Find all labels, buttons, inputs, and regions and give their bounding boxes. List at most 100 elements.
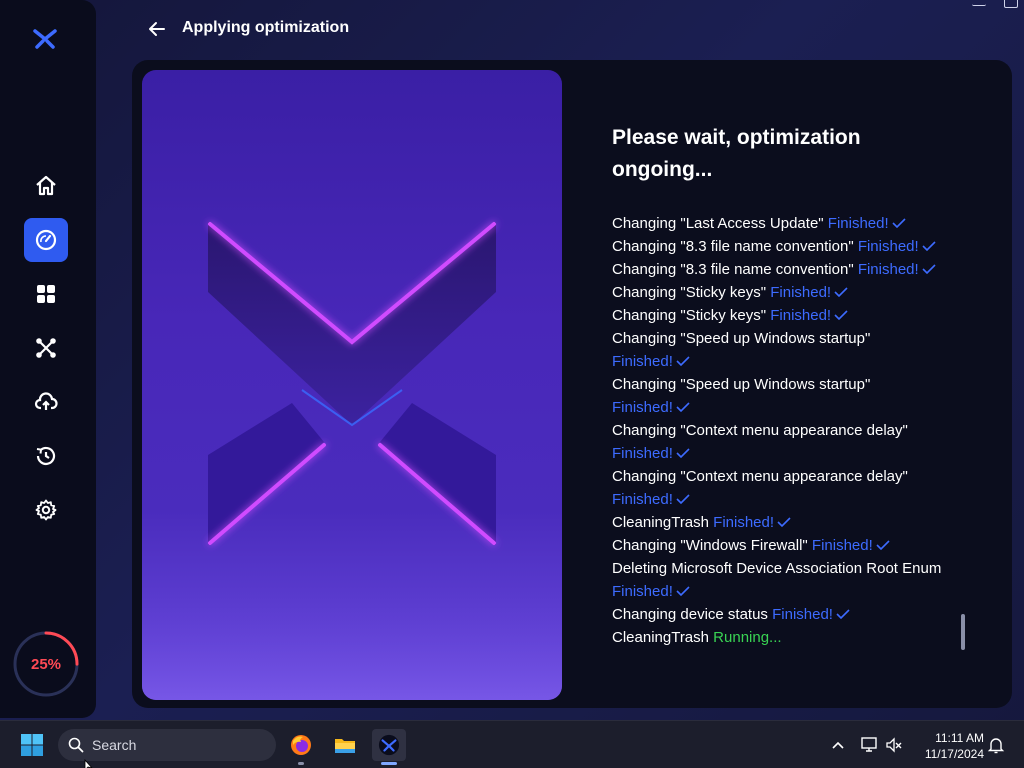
sidebar: 25% [0, 0, 96, 718]
search-icon [68, 737, 84, 753]
checkmark-icon [676, 448, 690, 458]
log-entry-text: Changing "Context menu appearance delay" [612, 422, 908, 439]
status-finished: Finished! [612, 353, 673, 370]
sidebar-item-settings[interactable] [24, 488, 68, 532]
taskbar-search[interactable]: Search [58, 729, 276, 761]
sidebar-item-network[interactable] [24, 326, 68, 370]
log-entry-text: Changing "Windows Firewall" [612, 537, 808, 554]
checkmark-icon [922, 241, 936, 251]
active-indicator [381, 762, 397, 765]
status-finished: Finished! [770, 307, 832, 324]
checkmark-icon [834, 287, 848, 297]
x-logo-icon[interactable] [32, 26, 58, 52]
chevron-up-icon[interactable] [828, 735, 848, 755]
log-entry: Changing "Sticky keys" Finished! [612, 281, 948, 304]
log-entry: Changing "Sticky keys" Finished! [612, 304, 948, 327]
hero-image [142, 70, 562, 700]
checkmark-icon [892, 218, 906, 228]
sidebar-item-apps[interactable] [24, 272, 68, 316]
status-finished: Finished! [857, 261, 919, 278]
log-entry: Deleting Microsoft Device Association Ro… [612, 557, 948, 603]
home-icon [36, 175, 56, 196]
checkmark-icon [676, 402, 690, 412]
mouse-cursor-icon [84, 759, 93, 768]
checkmark-icon [876, 540, 890, 550]
log-entry: CleaningTrash Finished! [612, 511, 948, 534]
log-entry-text: Changing "Speed up Windows startup" [612, 376, 871, 393]
cloud-upload-icon [34, 392, 58, 410]
status-finished: Finished! [857, 238, 919, 255]
sidebar-item-restore[interactable] [24, 434, 68, 478]
taskbar: Search 11:11 AM 11/17/2024 [0, 720, 1024, 768]
system-clock[interactable]: 11:11 AM 11/17/2024 [914, 730, 984, 762]
log-entry-text: Changing device status [612, 606, 768, 623]
log-entry-text: CleaningTrash [612, 514, 709, 531]
log-entry-text: CleaningTrash [612, 629, 709, 646]
log-entry: Changing "Context menu appearance delay"… [612, 419, 948, 465]
log-entry: Changing "8.3 file name convention" Fini… [612, 235, 948, 258]
gear-icon [35, 499, 57, 521]
log-entry-text: Deleting Microsoft Device Association Ro… [612, 560, 942, 577]
checkmark-icon [676, 356, 690, 366]
bell-icon[interactable] [986, 735, 1006, 755]
taskbar-x-app[interactable] [372, 729, 406, 765]
history-icon [36, 446, 56, 465]
window-controls [972, 0, 1018, 8]
log-entry-text: Changing "Sticky keys" [612, 284, 767, 301]
progress-percent: 25% [30, 655, 62, 673]
log-entry-text: Changing "Last Access Update" [612, 215, 824, 232]
firefox-icon [291, 735, 311, 755]
volume-muted-icon[interactable] [884, 735, 904, 755]
checkmark-icon [834, 310, 848, 320]
log-entry-text: Changing "Speed up Windows startup" [612, 330, 871, 347]
status-finished: Finished! [612, 491, 673, 508]
log-entry: Changing "Speed up Windows startup" Finis… [612, 327, 948, 373]
log-scrollbar[interactable] [961, 614, 965, 650]
status-finished: Finished! [713, 514, 775, 531]
maximize-button[interactable] [1004, 0, 1018, 8]
page-title: Applying optimization [182, 19, 350, 36]
taskbar-firefox[interactable] [284, 729, 318, 765]
status-running: Running... [713, 629, 782, 646]
checkmark-icon [676, 494, 690, 504]
log-entry-text: Changing "8.3 file name convention" [612, 238, 854, 255]
log-entry: Changing "Windows Firewall" Finished! [612, 534, 948, 557]
log-entry-text: Changing "8.3 file name convention" [612, 261, 854, 278]
status-finished: Finished! [770, 284, 832, 301]
log-entry: Changing "Context menu appearance delay"… [612, 465, 948, 511]
status-title: Please wait, optimization ongoing... [612, 126, 861, 181]
log-entry-text: Changing "Context menu appearance delay" [612, 468, 908, 485]
status-finished: Finished! [811, 537, 873, 554]
sidebar-item-cloud[interactable] [24, 380, 68, 424]
log-entry-text: Changing "Sticky keys" [612, 307, 767, 324]
log-entry: CleaningTrash Running... [612, 626, 948, 649]
log-entry: Changing "Speed up Windows startup" Finis… [612, 373, 948, 419]
log-entry: Changing "8.3 file name convention" Fini… [612, 258, 948, 281]
log-entry: Changing "Last Access Update" Finished! [612, 212, 948, 235]
status-finished: Finished! [772, 606, 833, 623]
clock-time: 11:11 AM [935, 731, 984, 745]
optimization-log[interactable]: Changing "Last Access Update" Finished! C… [612, 212, 948, 662]
running-indicator [298, 762, 304, 765]
clock-date: 11/17/2024 [924, 747, 984, 761]
checkmark-icon [922, 264, 936, 274]
grid-icon [37, 285, 55, 303]
minimize-button[interactable] [972, 0, 986, 6]
windows-start-icon[interactable] [20, 733, 44, 757]
checkmark-icon [676, 586, 690, 596]
network-status-icon[interactable] [860, 735, 880, 755]
status-finished: Finished! [827, 215, 889, 232]
x-logo-illustration [142, 222, 562, 700]
checkmark-icon [777, 517, 791, 527]
x-app-icon [378, 734, 400, 756]
sidebar-item-home[interactable] [24, 164, 68, 208]
status-finished: Finished! [612, 583, 673, 600]
network-icon [36, 338, 56, 358]
checkmark-icon [836, 609, 850, 619]
status-finished: Finished! [612, 399, 673, 416]
file-explorer-icon [335, 739, 355, 753]
status-finished: Finished! [612, 445, 673, 462]
taskbar-file-explorer[interactable] [328, 729, 362, 761]
back-arrow-icon[interactable] [146, 18, 168, 40]
sidebar-item-optimize[interactable] [24, 218, 68, 262]
